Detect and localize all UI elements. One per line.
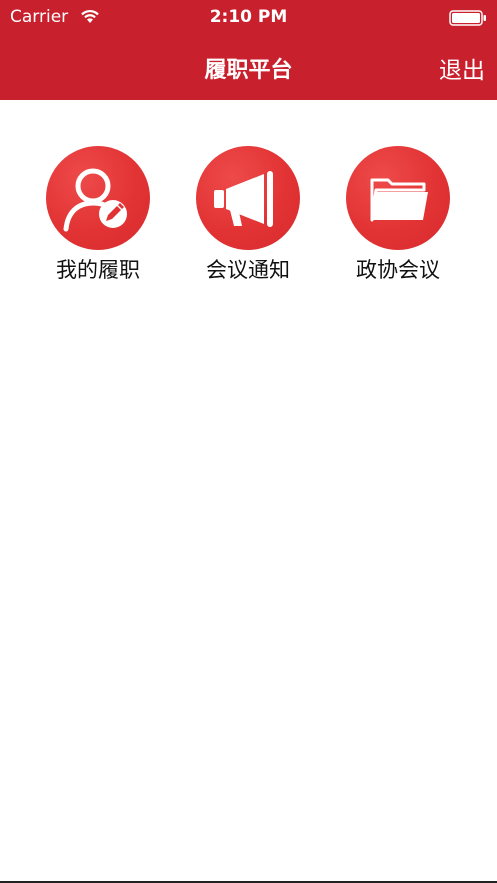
menu-item-label: 我的履职 [56, 258, 140, 282]
menu-item-meeting-notices[interactable]: 会议通知 [183, 146, 313, 286]
menu-item-cppcc-meetings[interactable]: 政协会议 [333, 146, 463, 286]
menu-icon-circle [196, 146, 300, 250]
battery-icon [449, 10, 486, 26]
menu-item-label: 会议通知 [206, 258, 290, 282]
status-time: 2:10 PM [209, 7, 288, 27]
menu-item-my-duties[interactable]: 我的履职 [33, 146, 163, 286]
menu-icon-circle [346, 146, 450, 250]
folder-icon [370, 178, 428, 222]
menu-icon-circle [46, 146, 150, 250]
page-title: 履职平台 [204, 58, 293, 83]
header: Carrier 2:10 PM 履职平台 退出 [0, 0, 497, 100]
logout-button[interactable]: 退出 [439, 51, 485, 85]
user-edit-icon [63, 168, 127, 232]
menu-item-label: 政协会议 [356, 258, 440, 282]
menu-grid: 我的履职 会议通知 政协会议 [0, 146, 497, 286]
megaphone-icon [214, 171, 273, 227]
status-bar: Carrier 2:10 PM [0, 0, 497, 34]
